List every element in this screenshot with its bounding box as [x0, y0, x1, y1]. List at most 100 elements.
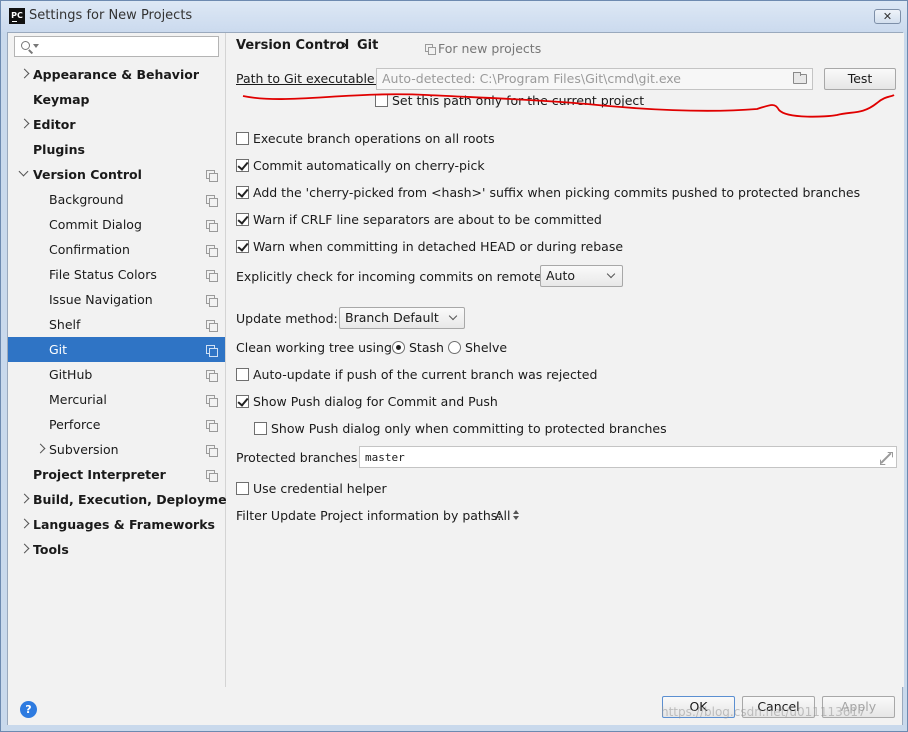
sidebar-item-git[interactable]: Git: [8, 337, 225, 362]
sidebar-item-label: Subversion: [49, 442, 119, 457]
sidebar-item-label: Shelf: [49, 317, 81, 332]
chevron-right-icon[interactable]: [19, 537, 29, 562]
project-level-icon: [206, 445, 218, 457]
commit-cherry-pick-checkbox[interactable]: [236, 159, 249, 172]
warn-detached-checkbox[interactable]: [236, 240, 249, 253]
sidebar-item-label: Project Interpreter: [33, 467, 166, 482]
updown-chevron-icon[interactable]: [513, 509, 519, 521]
sidebar-item-label: Tools: [33, 542, 69, 557]
title-bar: PC Settings for New Projects ✕: [1, 1, 907, 32]
git-path-field[interactable]: Auto-detected: C:\Program Files\Git\cmd\…: [376, 68, 813, 90]
protected-branches-value: master: [365, 451, 405, 464]
sidebar-item-confirmation[interactable]: Confirmation: [8, 237, 225, 262]
help-icon[interactable]: ?: [20, 701, 37, 718]
test-button[interactable]: Test: [824, 68, 896, 90]
git-path-label: Path to Git executable:: [236, 71, 379, 86]
sidebar-item-plugins[interactable]: Plugins: [8, 137, 225, 162]
current-project-only-label: Set this path only for the current proje…: [392, 93, 645, 108]
incoming-commits-label: Explicitly check for incoming commits on…: [236, 269, 553, 284]
sidebar-item-label: Plugins: [33, 142, 85, 157]
chevron-right-icon[interactable]: [19, 62, 29, 87]
close-button[interactable]: ✕: [874, 9, 901, 24]
sidebar-item-editor[interactable]: Editor: [8, 112, 225, 137]
window-title: Settings for New Projects: [29, 8, 193, 23]
show-push-protected-checkbox[interactable]: [254, 422, 267, 435]
shelve-label: Shelve: [465, 340, 508, 355]
chevron-down-icon: [606, 269, 616, 279]
update-method-label: Update method:: [236, 311, 338, 326]
sidebar-item-background[interactable]: Background: [8, 187, 225, 212]
sidebar-item-appearance-behavior[interactable]: Appearance & Behavior: [8, 62, 225, 87]
clean-tree-label: Clean working tree using:: [236, 340, 397, 355]
chevron-right-icon[interactable]: [35, 437, 45, 462]
breadcrumb-separator: ›: [342, 38, 348, 53]
show-push-checkbox[interactable]: [236, 395, 249, 408]
folder-icon[interactable]: [793, 72, 807, 84]
incoming-commits-value: Auto: [546, 268, 576, 283]
project-level-icon: [206, 420, 218, 432]
sidebar-item-mercurial[interactable]: Mercurial: [8, 387, 225, 412]
for-new-projects-icon: [425, 44, 436, 55]
sidebar-item-perforce[interactable]: Perforce: [8, 412, 225, 437]
sidebar-item-label: Confirmation: [49, 242, 130, 257]
filter-update-label: Filter Update Project information by pat…: [236, 508, 502, 523]
project-level-icon: [206, 245, 218, 257]
sidebar-item-shelf[interactable]: Shelf: [8, 312, 225, 337]
sidebar-item-label: Git: [49, 342, 68, 357]
filter-update-value[interactable]: All: [495, 508, 511, 523]
cherry-suffix-checkbox[interactable]: [236, 186, 249, 199]
warn-detached-label: Warn when committing in detached HEAD or…: [253, 239, 624, 254]
sidebar-item-version-control[interactable]: Version Control: [8, 162, 225, 187]
pycharm-app-icon: PC: [9, 8, 25, 24]
update-method-select[interactable]: Branch Default: [339, 307, 465, 329]
shelve-radio[interactable]: [448, 341, 461, 354]
sidebar-item-label: Appearance & Behavior: [33, 67, 199, 82]
incoming-commits-select[interactable]: Auto: [540, 265, 623, 287]
sidebar-item-label: Issue Navigation: [49, 292, 153, 307]
warn-crlf-checkbox[interactable]: [236, 213, 249, 226]
breadcrumb-parent: Version Control: [236, 38, 350, 53]
chevron-down-icon[interactable]: [19, 162, 29, 187]
auto-update-checkbox[interactable]: [236, 368, 249, 381]
commit-cherry-pick-label: Commit automatically on cherry-pick: [253, 158, 485, 173]
chevron-right-icon[interactable]: [19, 112, 29, 137]
protected-branches-label: Protected branches:: [236, 450, 362, 465]
settings-dialog: PC Settings for New Projects ✕ Appearanc…: [0, 0, 908, 732]
sidebar-item-keymap[interactable]: Keymap: [8, 87, 225, 112]
stash-radio[interactable]: [392, 341, 405, 354]
sidebar-item-project-interpreter[interactable]: Project Interpreter: [8, 462, 225, 487]
project-level-icon: [206, 270, 218, 282]
sidebar-item-languages-frameworks[interactable]: Languages & Frameworks: [8, 512, 225, 537]
chevron-right-icon[interactable]: [19, 512, 29, 537]
protected-branches-field[interactable]: master: [359, 446, 897, 468]
sidebar-item-tools[interactable]: Tools: [8, 537, 225, 562]
credential-helper-checkbox[interactable]: [236, 482, 249, 495]
sidebar-item-subversion[interactable]: Subversion: [8, 437, 225, 462]
sidebar-item-file-status-colors[interactable]: File Status Colors: [8, 262, 225, 287]
project-level-icon: [206, 470, 218, 482]
settings-tree: Appearance & Behavior Keymap Editor Plugins…: [8, 33, 241, 687]
execute-all-roots-checkbox[interactable]: [236, 132, 249, 145]
sidebar-item-label: Commit Dialog: [49, 217, 142, 232]
breadcrumb-current: Git: [357, 38, 379, 53]
project-level-icon: [206, 195, 218, 207]
sidebar-item-label: Editor: [33, 117, 76, 132]
project-level-icon: [206, 170, 218, 182]
project-level-icon: [206, 370, 218, 382]
sidebar-item-commit-dialog[interactable]: Commit Dialog: [8, 212, 225, 237]
sidebar-item-label: Version Control: [33, 167, 142, 182]
expand-icon[interactable]: [880, 452, 891, 463]
search-options-dropdown-icon[interactable]: [33, 44, 39, 48]
project-level-icon: [206, 395, 218, 407]
sidebar-item-label: Background: [49, 192, 124, 207]
current-project-only-checkbox[interactable]: [375, 94, 388, 107]
project-level-icon: [206, 295, 218, 307]
sidebar-item-build-execution-deployment[interactable]: Build, Execution, Deployment: [8, 487, 241, 512]
settings-search-input[interactable]: [14, 36, 219, 57]
git-settings-panel: Version Control › Git For new projects P…: [227, 33, 904, 687]
cherry-suffix-label: Add the 'cherry-picked from <hash>' suff…: [253, 185, 861, 200]
sidebar-item-github[interactable]: GitHub: [8, 362, 225, 387]
chevron-right-icon[interactable]: [19, 487, 29, 512]
sidebar-item-issue-navigation[interactable]: Issue Navigation: [8, 287, 225, 312]
search-icon: [21, 41, 30, 50]
